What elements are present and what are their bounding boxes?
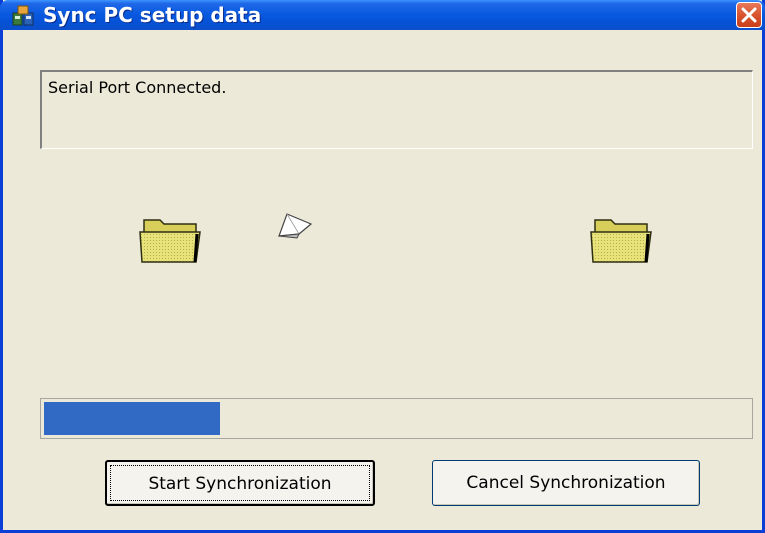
progress-track [44,402,749,435]
status-message: Serial Port Connected. [48,78,227,97]
source-folder-icon [139,219,201,263]
cancel-synchronization-button[interactable]: Cancel Synchronization [432,460,700,506]
title-bar[interactable]: Sync PC setup data [0,0,765,30]
progress-fill [44,402,221,435]
close-button[interactable] [736,2,762,28]
sync-dialog-window: Sync PC setup data Serial Port Connected… [0,0,765,533]
close-icon [741,7,757,23]
window-title: Sync PC setup data [43,3,262,27]
sync-progress-bar [40,398,753,439]
destination-folder-icon [590,219,652,263]
start-synchronization-label: Start Synchronization [110,465,370,501]
flying-document-icon [278,213,313,239]
sync-app-icon [12,5,34,26]
start-synchronization-button[interactable]: Start Synchronization [105,460,375,506]
status-panel: Serial Port Connected. [40,70,753,149]
